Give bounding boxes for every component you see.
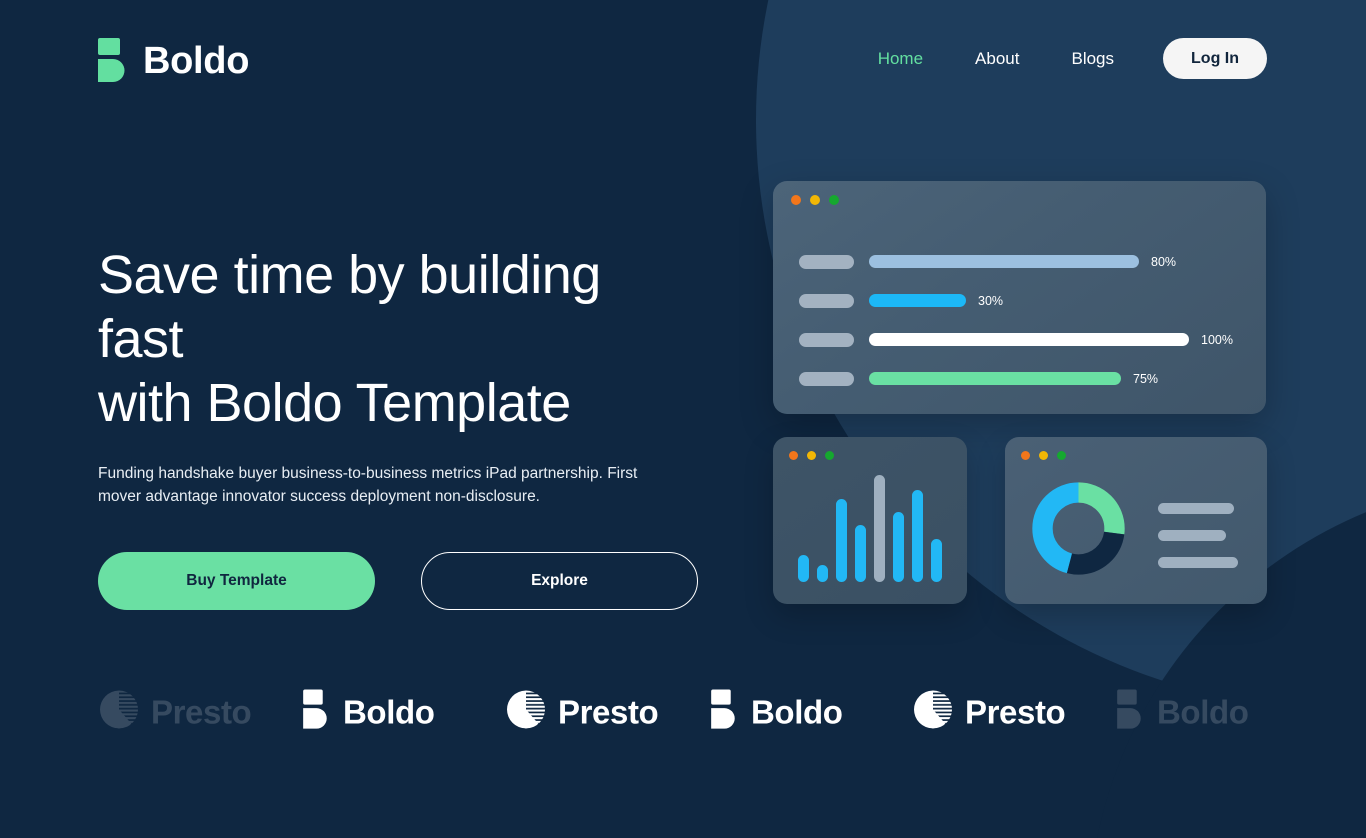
donut-chart-card[interactable] <box>1005 437 1267 604</box>
hero-subtitle: Funding handshake buyer business-to-busi… <box>98 465 638 505</box>
partner-logo-presto-2[interactable]: Presto <box>507 690 659 734</box>
chart-bar <box>912 490 923 582</box>
hero-title-line-1: Save time by building fast <box>98 245 601 369</box>
partner-logo-boldo-3[interactable]: Boldo <box>1117 689 1249 735</box>
hero-section: Save time by building fast with Boldo Te… <box>98 243 698 610</box>
nav-link-about[interactable]: About <box>949 39 1045 79</box>
buy-template-button[interactable]: Buy Template <box>98 552 375 610</box>
progress-value: 80% <box>1151 254 1177 269</box>
partner-logo-strip: Presto Boldo Presto Boldo Presto Boldo <box>0 668 1366 756</box>
brand-logo[interactable]: Boldo <box>98 38 249 83</box>
chart-bar <box>893 512 904 582</box>
donut-legend-lines <box>1158 503 1238 568</box>
boldo-b-logo-icon <box>1117 689 1144 735</box>
legend-line <box>1158 530 1226 541</box>
progress-bar-fill <box>869 255 1139 268</box>
window-controls <box>1021 451 1066 460</box>
login-button[interactable]: Log In <box>1163 38 1267 79</box>
progress-value: 30% <box>978 293 1004 308</box>
window-dot-maximize <box>825 451 834 460</box>
bar-chart-card[interactable] <box>773 437 967 604</box>
window-controls <box>791 195 839 205</box>
progress-value: 100% <box>1201 332 1233 347</box>
progress-row-list: 80% 30% 100% 75% <box>799 242 1239 398</box>
progress-row-label-placeholder <box>799 371 854 386</box>
window-controls <box>789 451 834 460</box>
partner-logo-boldo-1[interactable]: Boldo <box>303 689 435 735</box>
partner-logo-label: Presto <box>965 693 1066 731</box>
window-dot-minimize <box>1039 451 1048 460</box>
legend-line <box>1158 503 1234 514</box>
bar-chart <box>798 474 946 582</box>
chart-bar <box>855 525 866 582</box>
progress-row-label-placeholder <box>799 332 854 347</box>
nav-link-blogs[interactable]: Blogs <box>1045 39 1140 79</box>
partner-logo-label: Presto <box>151 693 252 731</box>
partner-logo-label: Boldo <box>1157 693 1249 731</box>
donut-chart <box>1031 481 1126 576</box>
progress-row-label-placeholder <box>799 254 854 269</box>
progress-bar-fill <box>869 372 1121 385</box>
partner-logo-label: Boldo <box>343 693 435 731</box>
presto-pie-icon <box>914 690 952 734</box>
window-dot-minimize <box>810 195 820 205</box>
partner-logo-presto-1[interactable]: Presto <box>100 690 252 734</box>
window-dot-close <box>791 195 801 205</box>
boldo-b-logo-icon <box>98 38 128 83</box>
progress-row-label-placeholder <box>799 293 854 308</box>
chart-bar <box>836 499 847 582</box>
presto-pie-icon <box>507 690 545 734</box>
nav-link-home[interactable]: Home <box>852 39 949 79</box>
site-header: Boldo Home About Blogs Log In <box>0 0 1366 118</box>
landing-page: Boldo Home About Blogs Log In Save time … <box>0 0 1366 838</box>
hero-title-line-2: with Boldo Template <box>98 373 571 433</box>
chart-bar <box>798 555 809 582</box>
presto-pie-icon <box>100 690 138 734</box>
boldo-b-logo-icon <box>303 689 330 735</box>
progress-row: 75% <box>799 359 1239 398</box>
partner-logo-label: Boldo <box>751 693 843 731</box>
progress-row: 80% <box>799 242 1239 281</box>
boldo-b-logo-icon <box>711 689 738 735</box>
hero-actions: Buy Template Explore <box>98 552 698 610</box>
window-dot-maximize <box>829 195 839 205</box>
chart-bar <box>817 565 828 582</box>
partner-logo-presto-3[interactable]: Presto <box>914 690 1066 734</box>
legend-line <box>1158 557 1238 568</box>
chart-bar-highlight <box>874 475 885 582</box>
progress-card[interactable]: 80% 30% 100% 75% <box>773 181 1266 414</box>
chart-bar <box>931 539 942 582</box>
progress-row: 100% <box>799 320 1239 359</box>
progress-value: 75% <box>1133 371 1159 386</box>
explore-button[interactable]: Explore <box>421 552 698 610</box>
progress-bar-fill <box>869 333 1189 346</box>
progress-bar-fill <box>869 294 966 307</box>
page-title: Save time by building fast with Boldo Te… <box>98 243 698 435</box>
window-dot-close <box>789 451 798 460</box>
window-dot-minimize <box>807 451 816 460</box>
main-navigation: Home About Blogs Log In <box>852 38 1267 79</box>
brand-name: Boldo <box>143 39 250 82</box>
partner-logo-label: Presto <box>558 693 659 731</box>
progress-row: 30% <box>799 281 1239 320</box>
window-dot-close <box>1021 451 1030 460</box>
partner-logo-boldo-2[interactable]: Boldo <box>711 689 843 735</box>
window-dot-maximize <box>1057 451 1066 460</box>
